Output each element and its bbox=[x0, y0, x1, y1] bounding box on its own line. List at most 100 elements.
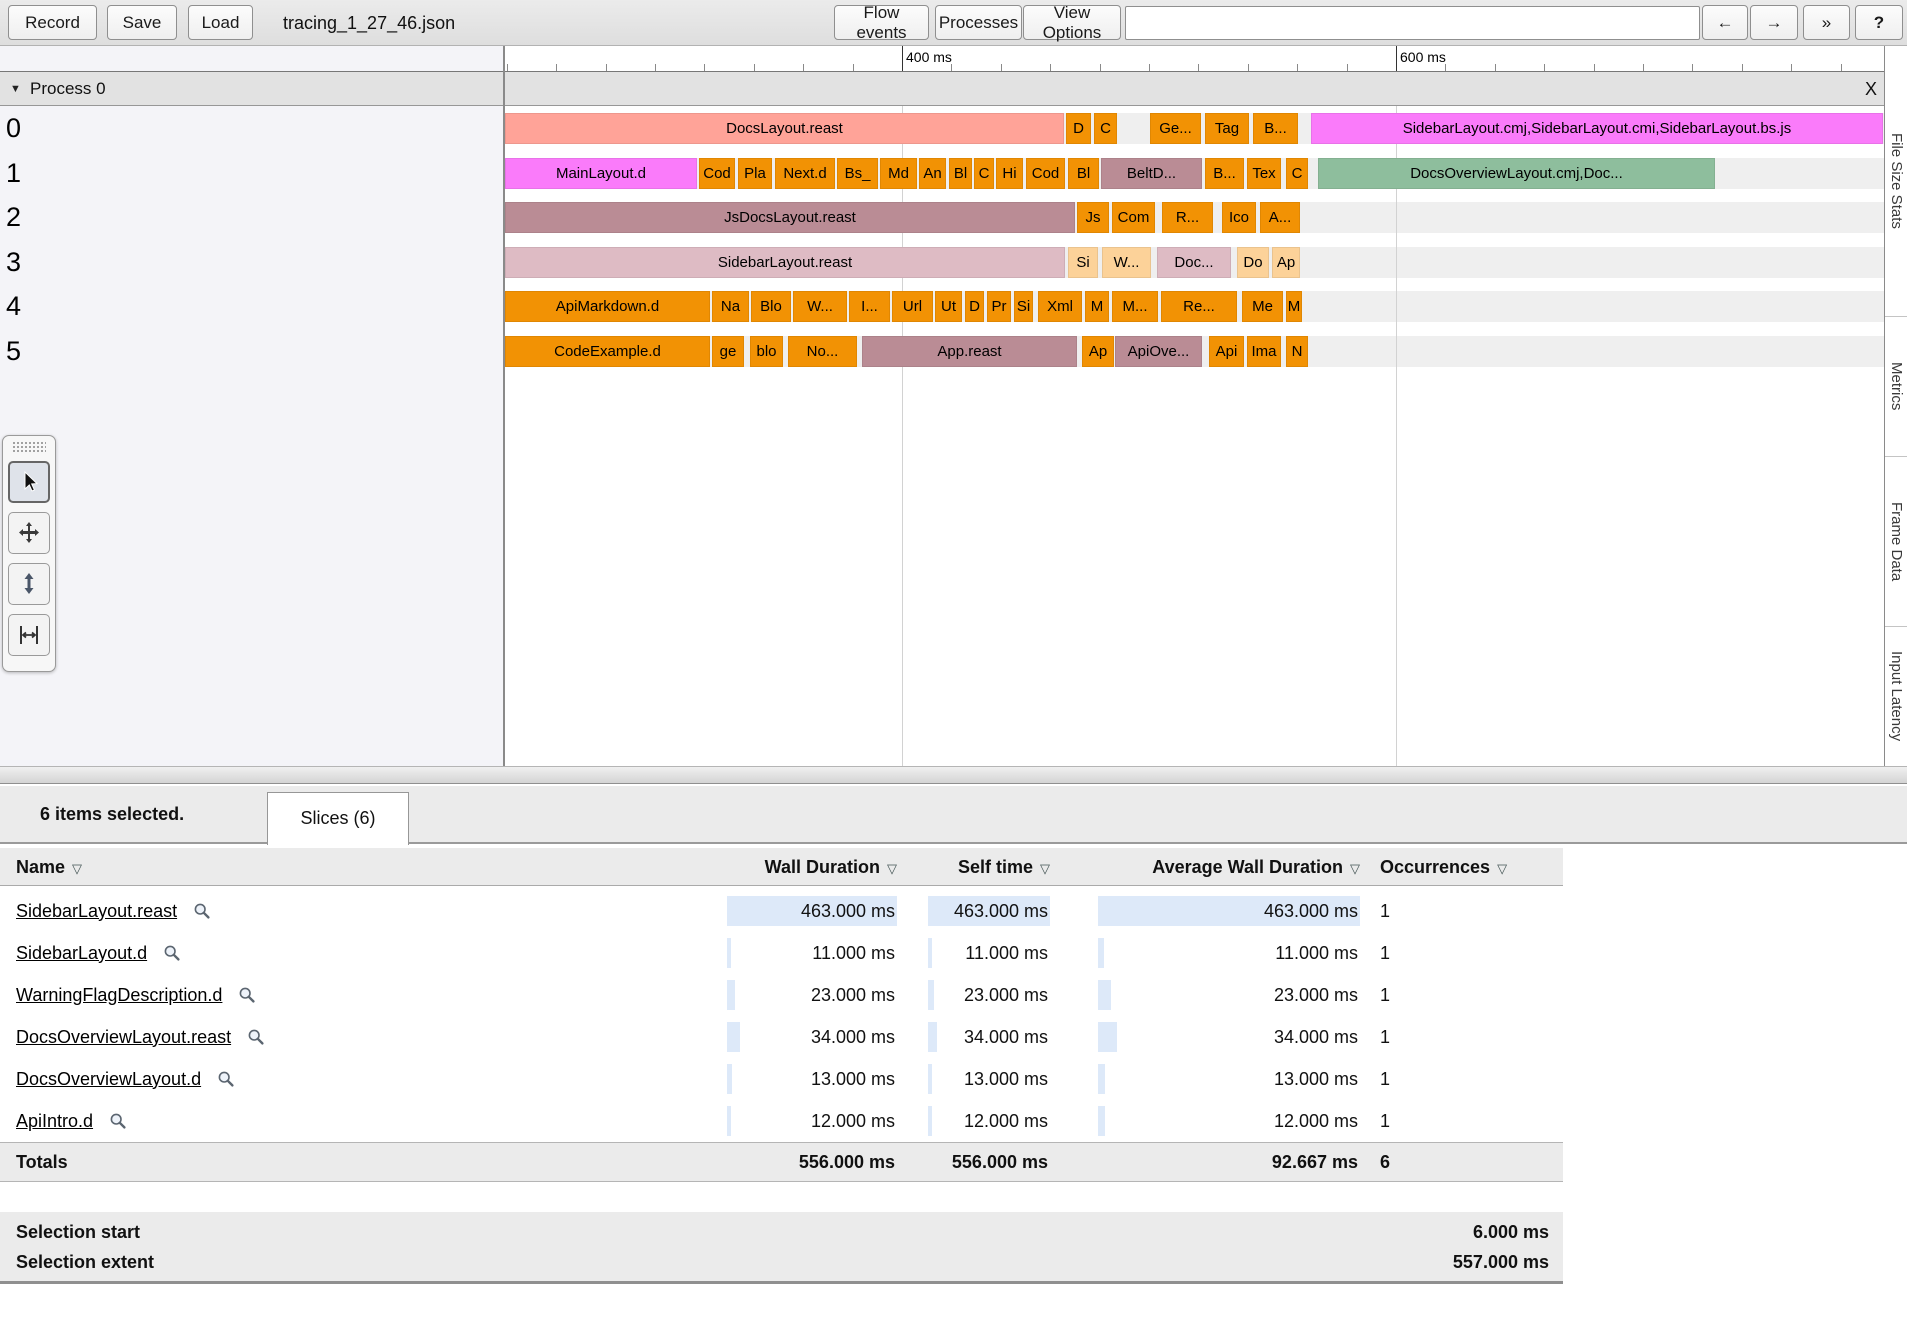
magnifier-icon[interactable] bbox=[238, 986, 256, 1004]
find-next-button[interactable]: → bbox=[1750, 5, 1798, 40]
flame-slice[interactable]: Bl bbox=[1068, 158, 1099, 189]
flame-chart-area[interactable]: 0DocsLayout.reastDCGe...TagB...SidebarLa… bbox=[0, 106, 1907, 766]
slice-name-link[interactable]: SidebarLayout.reast bbox=[16, 901, 177, 922]
magnifier-icon[interactable] bbox=[247, 1028, 265, 1046]
pan-tool-button[interactable] bbox=[8, 512, 50, 554]
column-header-average-wall-duration[interactable]: Average Wall Duration▽ bbox=[1098, 848, 1360, 886]
search-input[interactable] bbox=[1125, 6, 1700, 40]
flame-slice[interactable]: Com bbox=[1112, 202, 1155, 233]
flame-slice[interactable]: blo bbox=[750, 336, 783, 367]
flame-slice[interactable]: BeltD... bbox=[1101, 158, 1202, 189]
flame-slice[interactable]: MainLayout.d bbox=[505, 158, 697, 189]
flame-slice[interactable]: ApiOve... bbox=[1115, 336, 1202, 367]
flame-slice[interactable]: Hi bbox=[996, 158, 1023, 189]
tab-slices[interactable]: Slices (6) bbox=[267, 792, 409, 845]
zoom-vertical-tool-button[interactable] bbox=[8, 563, 50, 605]
flame-slice[interactable]: Cod bbox=[699, 158, 735, 189]
flame-slice[interactable]: Blo bbox=[751, 291, 791, 322]
flame-slice[interactable]: W... bbox=[1102, 247, 1151, 278]
flame-slice[interactable]: Ge... bbox=[1150, 113, 1201, 144]
flame-slice[interactable]: B... bbox=[1253, 113, 1298, 144]
slice-name-link[interactable]: DocsOverviewLayout.reast bbox=[16, 1027, 231, 1048]
load-button[interactable]: Load bbox=[188, 5, 253, 40]
find-previous-button[interactable]: ← bbox=[1702, 5, 1748, 40]
column-header-wall-duration[interactable]: Wall Duration▽ bbox=[727, 848, 897, 886]
flame-slice[interactable]: I... bbox=[849, 291, 890, 322]
flame-slice[interactable]: Js bbox=[1077, 202, 1109, 233]
flame-slice[interactable]: ApiMarkdown.d bbox=[505, 291, 710, 322]
flame-slice[interactable]: C bbox=[974, 158, 994, 189]
sort-icon[interactable]: ▽ bbox=[887, 861, 897, 876]
flame-slice[interactable]: Tag bbox=[1205, 113, 1249, 144]
save-button[interactable]: Save bbox=[107, 5, 177, 40]
more-options-button[interactable]: » bbox=[1803, 5, 1850, 40]
flame-slice[interactable]: M... bbox=[1112, 291, 1158, 322]
slice-name-link[interactable]: ApiIntro.d bbox=[16, 1111, 93, 1132]
help-button[interactable]: ? bbox=[1855, 5, 1903, 40]
flame-slice[interactable]: Xml bbox=[1038, 291, 1082, 322]
sort-icon[interactable]: ▽ bbox=[1040, 861, 1050, 876]
record-button[interactable]: Record bbox=[8, 5, 97, 40]
flame-slice[interactable]: Pr bbox=[987, 291, 1011, 322]
sort-icon[interactable]: ▽ bbox=[1497, 861, 1507, 876]
flame-slice[interactable]: Do bbox=[1237, 247, 1269, 278]
select-tool-button[interactable] bbox=[8, 461, 50, 503]
magnifier-icon[interactable] bbox=[193, 902, 211, 920]
flame-slice[interactable]: B... bbox=[1205, 158, 1244, 189]
flame-slice[interactable]: C bbox=[1094, 113, 1117, 144]
flame-slice[interactable]: Api bbox=[1209, 336, 1244, 367]
flame-slice[interactable]: Bl bbox=[949, 158, 972, 189]
column-header-occurrences[interactable]: Occurrences▽ bbox=[1380, 848, 1507, 886]
flame-slice[interactable]: Md bbox=[880, 158, 917, 189]
close-process-button[interactable]: X bbox=[1858, 72, 1884, 106]
flame-slice[interactable]: SidebarLayout.reast bbox=[505, 247, 1065, 278]
flame-slice[interactable]: No... bbox=[788, 336, 857, 367]
process-header[interactable]: ▼ Process 0 X bbox=[0, 72, 1884, 106]
flame-slice[interactable]: Na bbox=[712, 291, 749, 322]
flame-slice[interactable]: Ap bbox=[1082, 336, 1114, 367]
magnifier-icon[interactable] bbox=[163, 944, 181, 962]
timing-tool-button[interactable] bbox=[8, 614, 50, 656]
flame-slice[interactable]: CodeExample.d bbox=[505, 336, 710, 367]
slice-name-link[interactable]: DocsOverviewLayout.d bbox=[16, 1069, 201, 1090]
sort-icon[interactable]: ▽ bbox=[72, 861, 82, 876]
palette-grip-handle[interactable] bbox=[12, 441, 46, 452]
flame-slice[interactable]: N bbox=[1286, 336, 1308, 367]
flame-slice[interactable]: Doc... bbox=[1157, 247, 1231, 278]
column-header-name[interactable]: Name▽ bbox=[16, 848, 82, 886]
flame-slice[interactable]: Bs_ bbox=[837, 158, 878, 189]
flame-slice[interactable]: DocsOverviewLayout.cmj,Doc... bbox=[1318, 158, 1715, 189]
flame-slice[interactable]: App.reast bbox=[862, 336, 1077, 367]
flame-slice[interactable]: W... bbox=[793, 291, 847, 322]
flame-slice[interactable]: Ap bbox=[1272, 247, 1300, 278]
flame-slice[interactable]: C bbox=[1286, 158, 1308, 189]
slice-name-link[interactable]: WarningFlagDescription.d bbox=[16, 985, 222, 1006]
sort-icon[interactable]: ▽ bbox=[1350, 861, 1360, 876]
slice-name-link[interactable]: SidebarLayout.d bbox=[16, 943, 147, 964]
flame-slice[interactable]: Ico bbox=[1222, 202, 1256, 233]
flame-slice[interactable]: ge bbox=[712, 336, 744, 367]
tab-input-latency[interactable]: Input Latency bbox=[1885, 626, 1907, 765]
flame-slice[interactable]: An bbox=[919, 158, 946, 189]
tab-file-size-stats[interactable]: File Size Stats bbox=[1885, 46, 1907, 316]
tab-frame-data[interactable]: Frame Data bbox=[1885, 456, 1907, 626]
flame-slice[interactable]: M bbox=[1085, 291, 1109, 322]
panel-splitter[interactable] bbox=[0, 766, 1907, 784]
flame-slice[interactable]: A... bbox=[1260, 202, 1300, 233]
flame-slice[interactable]: Re... bbox=[1161, 291, 1237, 322]
column-header-self-time[interactable]: Self time▽ bbox=[928, 848, 1050, 886]
tab-metrics[interactable]: Metrics bbox=[1885, 316, 1907, 456]
flame-slice[interactable]: Tex bbox=[1247, 158, 1281, 189]
flame-slice[interactable]: JsDocsLayout.reast bbox=[505, 202, 1075, 233]
flame-slice[interactable]: SidebarLayout.cmj,SidebarLayout.cmi,Side… bbox=[1311, 113, 1883, 144]
processes-button[interactable]: Processes bbox=[935, 5, 1022, 40]
flow-events-button[interactable]: Flow events bbox=[834, 5, 929, 40]
magnifier-icon[interactable] bbox=[217, 1070, 235, 1088]
flame-slice[interactable]: Si bbox=[1068, 247, 1098, 278]
flame-slice[interactable]: Url bbox=[892, 291, 933, 322]
flame-slice[interactable]: D bbox=[965, 291, 984, 322]
flame-slice[interactable]: R... bbox=[1162, 202, 1213, 233]
flame-slice[interactable]: Me bbox=[1242, 291, 1283, 322]
timeline-ruler[interactable]: 400 ms600 ms bbox=[0, 46, 1907, 72]
flame-slice[interactable]: M bbox=[1286, 291, 1302, 322]
